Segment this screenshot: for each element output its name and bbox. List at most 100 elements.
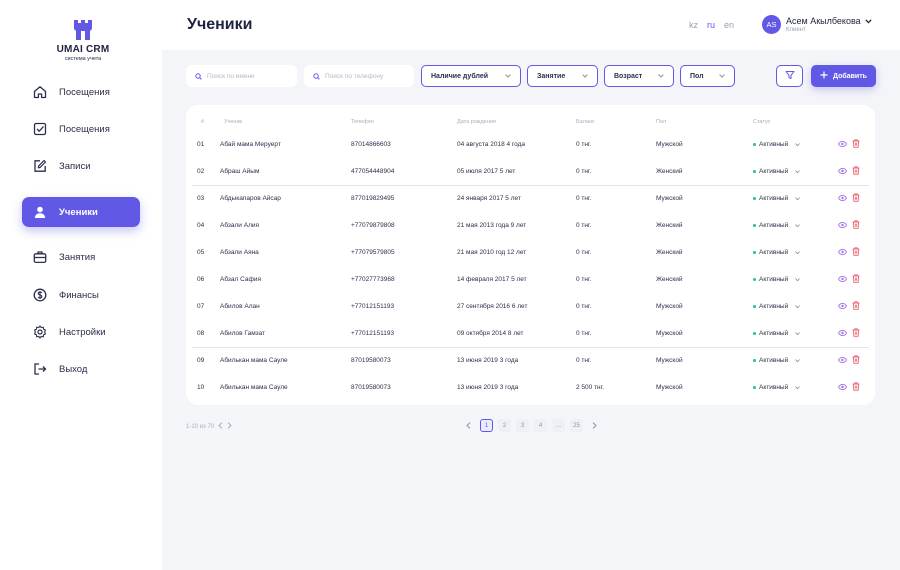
- view-icon[interactable]: [838, 328, 847, 337]
- search-name-input[interactable]: [207, 72, 287, 80]
- trash-icon[interactable]: [851, 274, 860, 283]
- cell-phone: +77012151193: [351, 330, 395, 337]
- search-icon: [313, 67, 320, 85]
- page-button[interactable]: 25: [570, 419, 583, 432]
- table-row[interactable]: 02 Абраш Айым 477054448904 05 июля 2017 5 л…: [186, 158, 875, 185]
- cell-phone: 87014866603: [351, 141, 391, 148]
- user-info: Асем Акылбекова Клиент: [786, 16, 872, 33]
- table-row[interactable]: 10 Абилькан мама Сауле 87019580073 13 июня …: [186, 374, 875, 401]
- lang-kz[interactable]: kz: [689, 20, 698, 30]
- cell-balance: 0 тнг.: [576, 357, 592, 364]
- lang-en[interactable]: en: [724, 20, 734, 30]
- cell-birthdate: 05 июля 2017 5 лет: [457, 168, 516, 175]
- table-row[interactable]: 08 Абилов Гамзат +77012151193 09 октября 20…: [186, 320, 875, 347]
- cell-birthdate: 13 июня 2019 3 года: [457, 384, 519, 391]
- age-dropdown[interactable]: Возраст: [604, 65, 674, 87]
- page-button[interactable]: 3: [516, 419, 529, 432]
- status-dropdown[interactable]: Активный: [753, 384, 801, 391]
- view-icon[interactable]: [838, 274, 847, 283]
- status-dropdown[interactable]: Активный: [753, 330, 801, 337]
- table-row[interactable]: 07 Абилов Алан +77012151193 27 сентября 201…: [186, 293, 875, 320]
- chevron-right-icon[interactable]: [227, 422, 232, 431]
- gear-icon: [33, 325, 47, 339]
- dropdown-label: Занятие: [537, 72, 566, 80]
- cell-birthdate: 09 октября 2014 8 лет: [457, 330, 524, 337]
- filter-button[interactable]: [776, 65, 803, 87]
- trash-icon[interactable]: [851, 328, 860, 337]
- cell-number: 01: [197, 141, 205, 148]
- sidebar-item-settings[interactable]: Настройки: [22, 317, 140, 347]
- chevron-down-icon: [795, 385, 801, 390]
- table-row[interactable]: 04 Абзали Алия +77079879808 21 мая 2013 год…: [186, 212, 875, 239]
- chevron-down-icon: [795, 169, 801, 174]
- status-dropdown[interactable]: Активный: [753, 168, 801, 175]
- cell-birthdate: 27 сентября 2016 6 лет: [457, 303, 528, 310]
- chevron-down-icon: [795, 142, 801, 147]
- table-row[interactable]: 09 Абилькан мама Сауле 87019580073 13 июня …: [186, 347, 875, 374]
- sidebar-item-logout[interactable]: Выход: [22, 354, 140, 384]
- page-button[interactable]: 4: [534, 419, 547, 432]
- status-dot: [753, 170, 756, 173]
- status-dropdown[interactable]: Активный: [753, 303, 801, 310]
- cell-birthdate: 21 мая 2010 год 12 лет: [457, 249, 527, 256]
- status-dropdown[interactable]: Активный: [753, 357, 801, 364]
- next-page-button[interactable]: [588, 419, 601, 432]
- cell-student-name: Абзал Сафия: [220, 276, 261, 283]
- logo[interactable]: UMAI CRM система учета: [48, 18, 118, 62]
- sidebar-item-students[interactable]: Ученики: [22, 197, 140, 227]
- sidebar-item-label: Выход: [59, 363, 88, 375]
- cell-student-name: Абраш Айым: [220, 168, 260, 175]
- class-dropdown[interactable]: Занятие: [527, 65, 598, 87]
- table-row[interactable]: 05 Абзали Аяна +77079579805 21 мая 2010 год…: [186, 239, 875, 266]
- table-row[interactable]: 03 Абдыкапаров Айсар 877019829495 24 января…: [186, 185, 875, 212]
- sidebar-item-finance[interactable]: Финансы: [22, 280, 140, 310]
- user-menu[interactable]: AS Асем Акылбекова Клиент: [762, 15, 872, 34]
- cell-number: 04: [197, 222, 205, 229]
- trash-icon[interactable]: [851, 247, 860, 256]
- sidebar-item-label: Финансы: [59, 289, 99, 301]
- lang-ru[interactable]: ru: [707, 20, 715, 30]
- duplicates-dropdown[interactable]: Наличие дублей: [421, 65, 521, 87]
- prev-page-button[interactable]: [462, 419, 475, 432]
- trash-icon[interactable]: [851, 382, 860, 391]
- cell-phone: +77079579805: [351, 249, 395, 256]
- view-icon[interactable]: [838, 355, 847, 364]
- view-icon[interactable]: [838, 301, 847, 310]
- trash-icon[interactable]: [851, 220, 860, 229]
- view-icon[interactable]: [838, 382, 847, 391]
- status-dropdown[interactable]: Активный: [753, 141, 801, 148]
- view-icon[interactable]: [838, 220, 847, 229]
- table-row[interactable]: 01 Абай мама Меруерт 87014866603 04 августа…: [186, 131, 875, 158]
- status-dropdown[interactable]: Активный: [753, 276, 801, 283]
- chevron-left-icon[interactable]: [218, 422, 223, 431]
- trash-icon[interactable]: [851, 166, 860, 175]
- status-dropdown[interactable]: Активный: [753, 222, 801, 229]
- sidebar-item-label: Записи: [59, 160, 91, 172]
- chevron-down-icon[interactable]: [865, 16, 872, 26]
- table-row[interactable]: 06 Абзал Сафия +77027773968 14 февраля 2017…: [186, 266, 875, 293]
- trash-icon[interactable]: [851, 139, 860, 148]
- sidebar-item-records[interactable]: Записи: [22, 151, 140, 181]
- status-dropdown[interactable]: Активный: [753, 249, 801, 256]
- add-student-button[interactable]: Добавить: [811, 65, 876, 87]
- cell-phone: +77079879808: [351, 222, 395, 229]
- sidebar-item-visits-2[interactable]: Посещения: [22, 114, 140, 144]
- page-button[interactable]: 1: [480, 419, 493, 432]
- sidebar-item-classes[interactable]: Занятия: [22, 242, 140, 272]
- chevron-down-icon: [795, 304, 801, 309]
- cell-balance: 0 тнг.: [576, 303, 592, 310]
- sidebar-item-visits[interactable]: Посещения: [22, 77, 140, 107]
- app-name: UMAI CRM: [56, 44, 110, 55]
- trash-icon[interactable]: [851, 193, 860, 202]
- view-icon[interactable]: [838, 166, 847, 175]
- gender-dropdown[interactable]: Пол: [680, 65, 735, 87]
- trash-icon[interactable]: [851, 301, 860, 310]
- view-icon[interactable]: [838, 193, 847, 202]
- page-button[interactable]: 2: [498, 419, 511, 432]
- view-icon[interactable]: [838, 139, 847, 148]
- view-icon[interactable]: [838, 247, 847, 256]
- search-phone-input[interactable]: [325, 72, 405, 80]
- trash-icon[interactable]: [851, 355, 860, 364]
- status-label: Активный: [759, 141, 789, 148]
- status-dropdown[interactable]: Активный: [753, 195, 801, 202]
